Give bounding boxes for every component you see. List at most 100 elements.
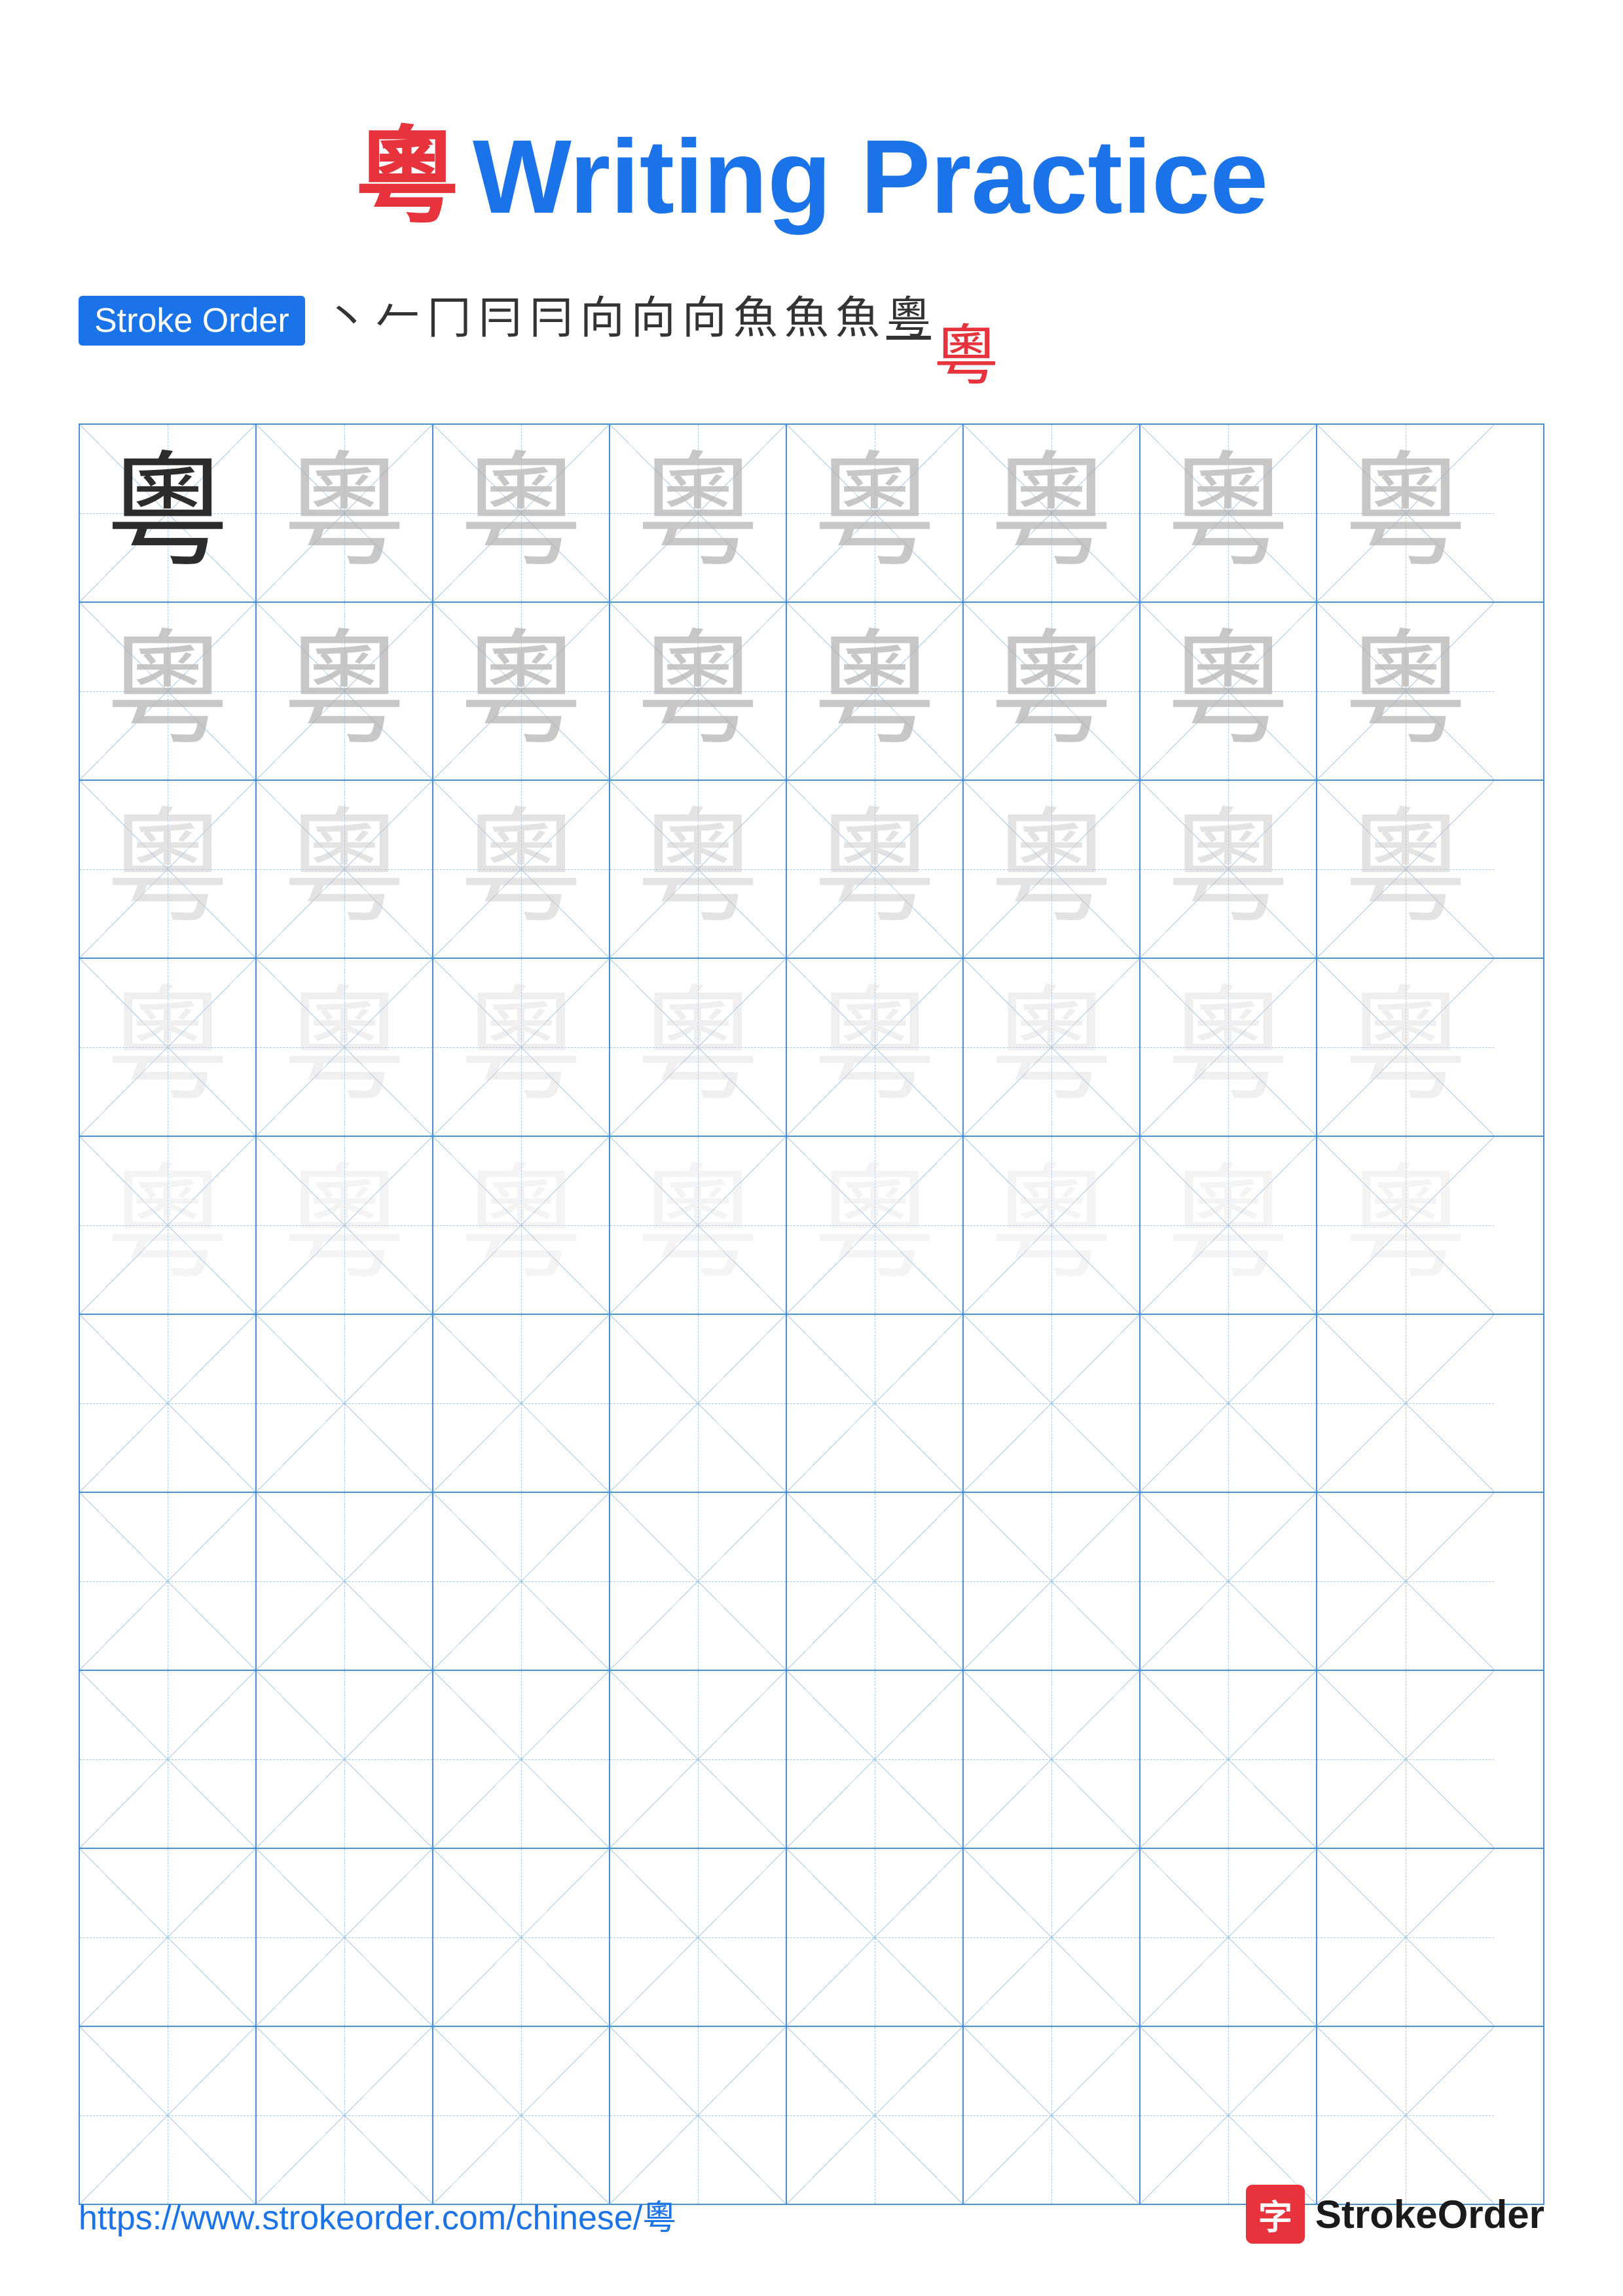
grid-cell-3-8[interactable]: 粵 (1317, 781, 1494, 958)
grid-cell-8-3[interactable] (433, 1671, 610, 1848)
grid-cell-6-4[interactable] (610, 1315, 787, 1492)
grid-cell-3-6[interactable]: 粵 (964, 781, 1140, 958)
practice-char: 粵 (812, 1163, 937, 1287)
grid-cell-5-5[interactable]: 粵 (787, 1137, 964, 1314)
grid-cell-8-5[interactable] (787, 1671, 964, 1848)
stroke-step-10: 魚 (784, 296, 829, 340)
grid-cell-10-4[interactable] (610, 2027, 787, 2204)
grid-cell-2-7[interactable]: 粵 (1140, 603, 1317, 780)
grid-cell-4-6[interactable]: 粵 (964, 959, 1140, 1136)
grid-cell-9-6[interactable] (964, 1849, 1140, 2026)
grid-cell-8-8[interactable] (1317, 1671, 1494, 1848)
grid-cell-10-1[interactable] (80, 2027, 257, 2204)
grid-cell-2-4[interactable]: 粵 (610, 603, 787, 780)
grid-cell-7-2[interactable] (257, 1493, 433, 1670)
grid-cell-3-7[interactable]: 粵 (1140, 781, 1317, 958)
grid-cell-10-7[interactable] (1140, 2027, 1317, 2204)
practice-char: 粵 (989, 807, 1114, 931)
grid-cell-1-4[interactable]: 粵 (610, 425, 787, 601)
grid-cell-6-6[interactable] (964, 1315, 1140, 1492)
grid-cell-4-7[interactable]: 粵 (1140, 959, 1317, 1136)
grid-cell-9-5[interactable] (787, 1849, 964, 2026)
grid-cell-9-4[interactable] (610, 1849, 787, 2026)
practice-char: 粵 (1166, 1163, 1290, 1287)
grid-cell-10-3[interactable] (433, 2027, 610, 2204)
grid-cell-2-8[interactable]: 粵 (1317, 603, 1494, 780)
grid-cell-8-7[interactable] (1140, 1671, 1317, 1848)
grid-cell-7-4[interactable] (610, 1493, 787, 1670)
stroke-step-7: 向 (631, 296, 676, 340)
grid-cell-8-2[interactable] (257, 1671, 433, 1848)
practice-char: 粵 (1166, 451, 1290, 575)
grid-cell-4-2[interactable]: 粵 (257, 959, 433, 1136)
grid-cell-1-1[interactable]: 粵 (80, 425, 257, 601)
grid-cell-6-3[interactable] (433, 1315, 610, 1492)
grid-cell-7-5[interactable] (787, 1493, 964, 1670)
practice-grid: 粵 粵 粵 粵 粵 粵 粵 (79, 423, 1544, 2205)
practice-char: 粵 (989, 1163, 1114, 1287)
grid-cell-2-1[interactable]: 粵 (80, 603, 257, 780)
grid-cell-6-2[interactable] (257, 1315, 433, 1492)
grid-cell-6-7[interactable] (1140, 1315, 1317, 1492)
grid-cell-10-6[interactable] (964, 2027, 1140, 2204)
grid-cell-4-8[interactable]: 粵 (1317, 959, 1494, 1136)
practice-char: 粵 (1343, 1163, 1468, 1287)
grid-cell-1-8[interactable]: 粵 (1317, 425, 1494, 601)
stroke-sequence: 丶 𠂉 冂 冃 冃 向 向 向 魚 魚 魚 粵 (325, 296, 931, 340)
grid-cell-7-7[interactable] (1140, 1493, 1317, 1670)
grid-cell-8-6[interactable] (964, 1671, 1140, 1848)
grid-cell-1-5[interactable]: 粵 (787, 425, 964, 601)
grid-cell-10-5[interactable] (787, 2027, 964, 2204)
grid-cell-1-3[interactable]: 粵 (433, 425, 610, 601)
grid-cell-6-1[interactable] (80, 1315, 257, 1492)
grid-cell-3-1[interactable]: 粵 (80, 781, 257, 958)
grid-cell-7-1[interactable] (80, 1493, 257, 1670)
grid-cell-1-2[interactable]: 粵 (257, 425, 433, 601)
grid-cell-5-2[interactable]: 粵 (257, 1137, 433, 1314)
grid-cell-3-3[interactable]: 粵 (433, 781, 610, 958)
grid-row-7 (80, 1493, 1543, 1671)
grid-cell-5-7[interactable]: 粵 (1140, 1137, 1317, 1314)
grid-cell-2-3[interactable]: 粵 (433, 603, 610, 780)
stroke-step-9: 魚 (733, 296, 778, 340)
grid-row-5: 粵 粵 粵 粵 粵 粵 粵 (80, 1137, 1543, 1315)
footer-logo: 字 StrokeOrder (1246, 2185, 1544, 2244)
footer-logo-text: StrokeOrder (1315, 2192, 1544, 2237)
grid-cell-8-4[interactable] (610, 1671, 787, 1848)
grid-cell-2-5[interactable]: 粵 (787, 603, 964, 780)
grid-cell-6-5[interactable] (787, 1315, 964, 1492)
grid-cell-3-5[interactable]: 粵 (787, 781, 964, 958)
grid-cell-4-3[interactable]: 粵 (433, 959, 610, 1136)
grid-cell-9-3[interactable] (433, 1849, 610, 2026)
footer-url[interactable]: https://www.strokeorder.com/chinese/粵 (79, 2190, 676, 2239)
grid-cell-1-7[interactable]: 粵 (1140, 425, 1317, 601)
grid-cell-2-6[interactable]: 粵 (964, 603, 1140, 780)
grid-cell-1-6[interactable]: 粵 (964, 425, 1140, 601)
grid-cell-9-8[interactable] (1317, 1849, 1494, 2026)
grid-cell-9-2[interactable] (257, 1849, 433, 2026)
stroke-step-2: 𠂉 (376, 296, 420, 340)
grid-cell-8-1[interactable] (80, 1671, 257, 1848)
grid-cell-3-4[interactable]: 粵 (610, 781, 787, 958)
grid-cell-5-4[interactable]: 粵 (610, 1137, 787, 1314)
stroke-step-11: 魚 (835, 296, 880, 340)
grid-cell-10-2[interactable] (257, 2027, 433, 2204)
grid-cell-4-4[interactable]: 粵 (610, 959, 787, 1136)
grid-cell-5-3[interactable]: 粵 (433, 1137, 610, 1314)
grid-cell-6-8[interactable] (1317, 1315, 1494, 1492)
grid-cell-4-1[interactable]: 粵 (80, 959, 257, 1136)
grid-cell-9-7[interactable] (1140, 1849, 1317, 2026)
grid-cell-5-6[interactable]: 粵 (964, 1137, 1140, 1314)
grid-cell-7-3[interactable] (433, 1493, 610, 1670)
grid-cell-4-5[interactable]: 粵 (787, 959, 964, 1136)
grid-cell-10-8[interactable] (1317, 2027, 1494, 2204)
grid-cell-3-2[interactable]: 粵 (257, 781, 433, 958)
title-chinese-char: 粵 (355, 119, 460, 236)
grid-cell-9-1[interactable] (80, 1849, 257, 2026)
grid-cell-5-8[interactable]: 粵 (1317, 1137, 1494, 1314)
practice-char: 粵 (105, 807, 230, 931)
grid-cell-5-1[interactable]: 粵 (80, 1137, 257, 1314)
grid-cell-7-6[interactable] (964, 1493, 1140, 1670)
grid-cell-7-8[interactable] (1317, 1493, 1494, 1670)
grid-cell-2-2[interactable]: 粵 (257, 603, 433, 780)
